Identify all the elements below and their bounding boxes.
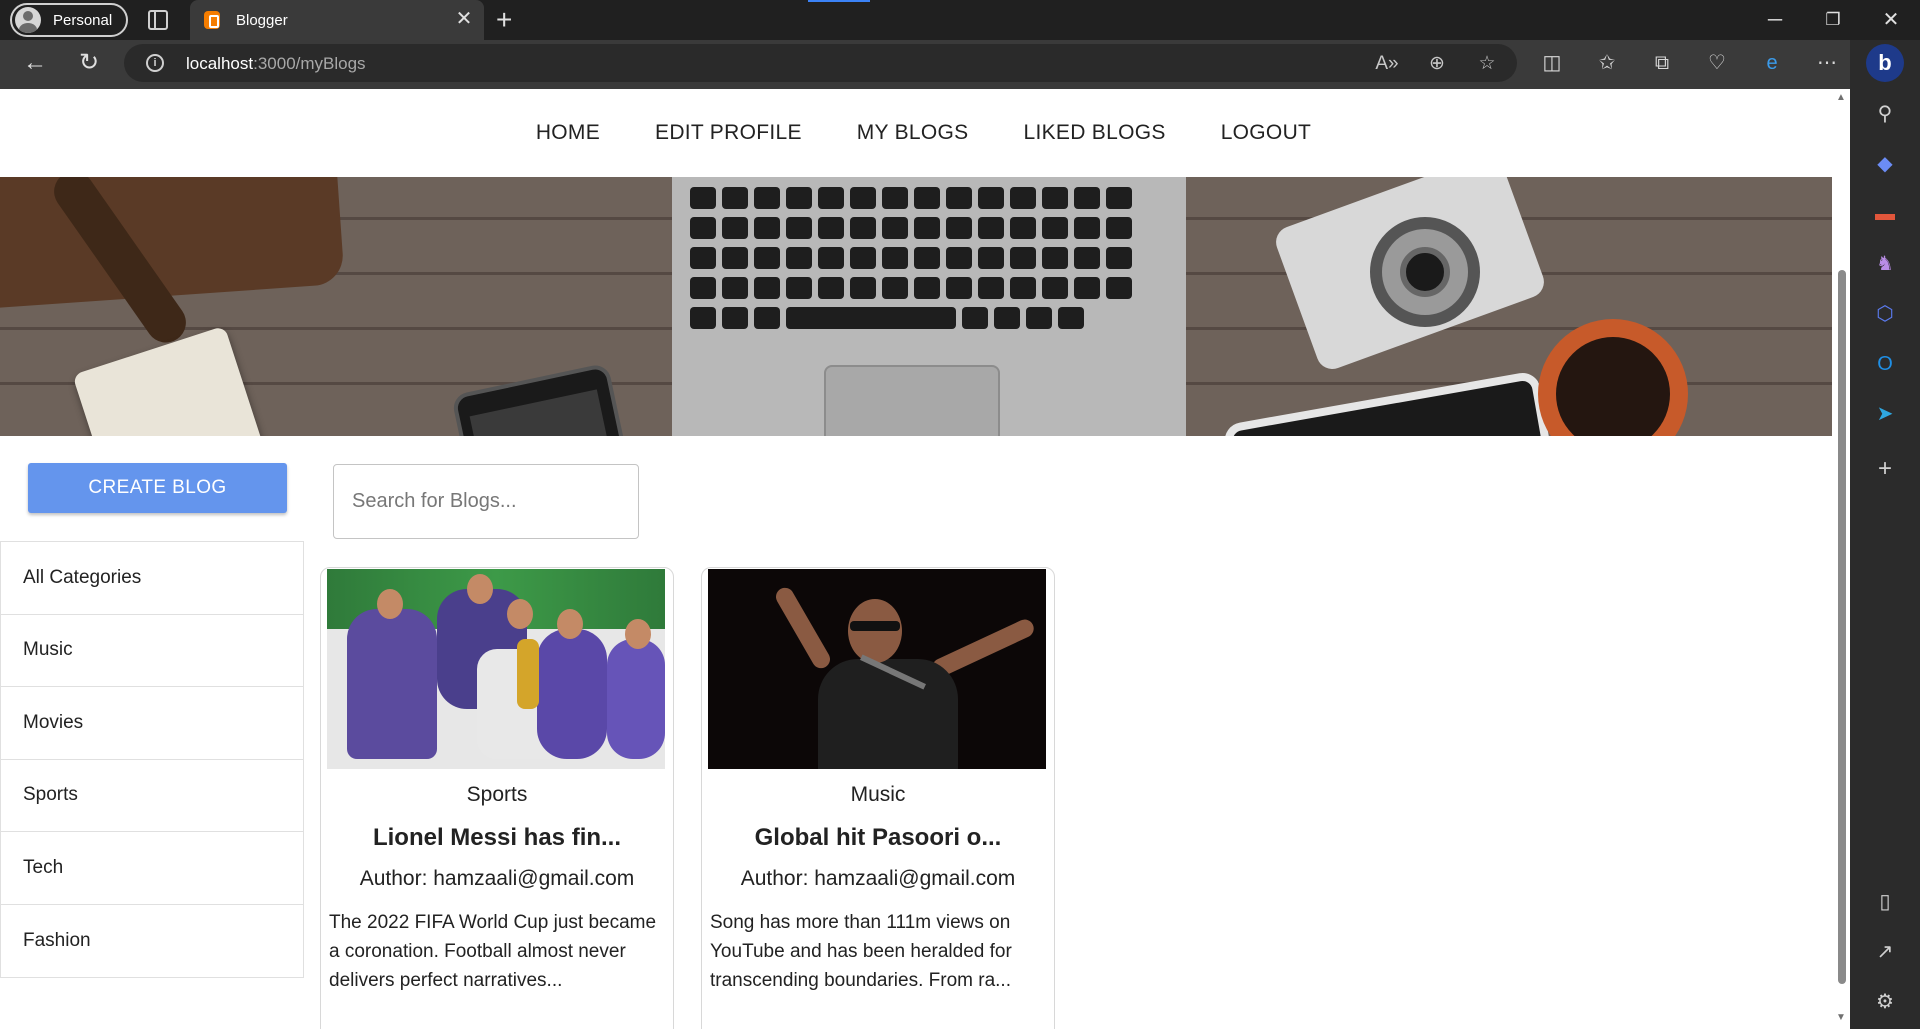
blog-category: Music bbox=[850, 783, 906, 806]
close-window-button[interactable]: ✕ bbox=[1876, 6, 1906, 34]
url-text[interactable]: localhost:3000/myBlogs bbox=[186, 54, 366, 74]
tools-briefcase-icon[interactable]: ▬ bbox=[1871, 200, 1899, 228]
scroll-up-arrow[interactable]: ▲ bbox=[1836, 92, 1846, 103]
blog-title[interactable]: Lionel Messi has fin... bbox=[321, 824, 673, 852]
blog-author: Author: hamzaali@gmail.com bbox=[740, 867, 1016, 890]
browser-tab[interactable]: Blogger ✕ bbox=[190, 0, 484, 40]
tab-title: Blogger bbox=[236, 11, 288, 29]
games-icon[interactable]: ♞ bbox=[1871, 250, 1899, 278]
category-all[interactable]: All Categories bbox=[1, 542, 303, 615]
category-fashion[interactable]: Fashion bbox=[1, 905, 303, 978]
split-screen-icon[interactable]: ◫ bbox=[1539, 51, 1565, 75]
copilot-bing-icon[interactable]: b bbox=[1866, 44, 1904, 82]
blog-card[interactable]: Music Global hit Pasoori o... Author: ha… bbox=[701, 567, 1055, 1029]
profile-label: Personal bbox=[53, 11, 113, 29]
browser-toolbar: ← ↻ i localhost:3000/myBlogs A» ⊕ ☆ ◫ ✩ … bbox=[0, 40, 1920, 89]
back-icon[interactable]: ← bbox=[20, 50, 50, 76]
blog-image bbox=[708, 569, 1046, 769]
blog-image bbox=[327, 569, 665, 769]
add-icon[interactable]: + bbox=[1871, 455, 1899, 483]
nav-liked-blogs[interactable]: LIKED BLOGS bbox=[1023, 121, 1165, 145]
browser-essentials-icon[interactable]: ♡ bbox=[1704, 51, 1730, 75]
nav-home[interactable]: HOME bbox=[536, 121, 600, 145]
hero-banner-image bbox=[0, 177, 1832, 436]
scroll-down-arrow[interactable]: ▼ bbox=[1836, 1012, 1846, 1023]
browser-titlebar: Personal Blogger ✕ + ─ ❐ ✕ bbox=[0, 0, 1920, 40]
refresh-icon[interactable]: ↻ bbox=[74, 50, 104, 76]
restore-button[interactable]: ❐ bbox=[1818, 6, 1848, 34]
top-navigation: HOME EDIT PROFILE MY BLOGS LIKED BLOGS L… bbox=[0, 89, 1832, 177]
search-input[interactable] bbox=[333, 464, 639, 539]
url-host: localhost bbox=[186, 54, 254, 73]
blog-card[interactable]: Sports Lionel Messi has fin... Author: h… bbox=[320, 567, 674, 1029]
favorites-icon[interactable]: ✩ bbox=[1594, 51, 1620, 75]
blog-title[interactable]: Global hit Pasoori o... bbox=[702, 824, 1054, 852]
nav-logout[interactable]: LOGOUT bbox=[1221, 121, 1311, 145]
profile-button[interactable]: Personal bbox=[10, 3, 128, 37]
category-sports[interactable]: Sports bbox=[1, 760, 303, 832]
more-icon[interactable]: ⋯ bbox=[1814, 51, 1840, 75]
send-icon[interactable]: ➤ bbox=[1871, 400, 1899, 428]
read-aloud-icon[interactable]: A» bbox=[1374, 53, 1400, 75]
minimize-button[interactable]: ─ bbox=[1760, 6, 1790, 34]
scrollbar-thumb[interactable] bbox=[1838, 270, 1846, 984]
page-content: HOME EDIT PROFILE MY BLOGS LIKED BLOGS L… bbox=[0, 89, 1832, 1029]
external-link-icon[interactable]: ↗ bbox=[1871, 938, 1899, 966]
outlook-icon[interactable]: O bbox=[1871, 350, 1899, 378]
accent-strip bbox=[808, 0, 870, 2]
favorite-star-icon[interactable]: ☆ bbox=[1474, 53, 1500, 75]
edge-extension-icon[interactable]: e bbox=[1759, 51, 1785, 75]
blog-description: Song has more than 111m views on YouTube… bbox=[710, 912, 1012, 991]
avatar bbox=[15, 7, 41, 33]
address-bar[interactable]: i localhost:3000/myBlogs A» ⊕ ☆ bbox=[124, 44, 1517, 82]
category-list: All Categories Music Movies Sports Tech … bbox=[0, 541, 304, 978]
site-info-icon[interactable]: i bbox=[146, 54, 164, 72]
nav-my-blogs[interactable]: MY BLOGS bbox=[857, 121, 969, 145]
blog-author: Author: hamzaali@gmail.com bbox=[359, 867, 635, 890]
category-tech[interactable]: Tech bbox=[1, 832, 303, 905]
settings-icon[interactable]: ⚙ bbox=[1871, 988, 1899, 1016]
sidebar-toggle-icon[interactable]: ▯ bbox=[1871, 888, 1899, 916]
category-music[interactable]: Music bbox=[1, 615, 303, 687]
zoom-icon[interactable]: ⊕ bbox=[1424, 53, 1450, 75]
copilot-icon[interactable]: ⬡ bbox=[1871, 300, 1899, 328]
collections-icon[interactable]: ⧉ bbox=[1649, 51, 1675, 75]
blog-category: Sports bbox=[466, 783, 528, 806]
new-tab-button[interactable]: + bbox=[496, 6, 512, 34]
category-movies[interactable]: Movies bbox=[1, 687, 303, 760]
nav-edit-profile[interactable]: EDIT PROFILE bbox=[655, 121, 802, 145]
edge-sidebar: b ⚲ ◆ ▬ ♞ ⬡ O ➤ + ▯ ↗ ⚙ bbox=[1850, 40, 1920, 1029]
url-path: :3000/myBlogs bbox=[253, 54, 366, 73]
tab-close-icon[interactable]: ✕ bbox=[454, 9, 474, 29]
create-blog-button[interactable]: CREATE BLOG bbox=[28, 463, 287, 513]
tab-actions-icon[interactable] bbox=[148, 10, 168, 30]
search-icon[interactable]: ⚲ bbox=[1871, 100, 1899, 128]
blogger-favicon-icon bbox=[204, 11, 220, 29]
blog-description: The 2022 FIFA World Cup just became a co… bbox=[329, 912, 657, 991]
shopping-tag-icon[interactable]: ◆ bbox=[1871, 150, 1899, 178]
